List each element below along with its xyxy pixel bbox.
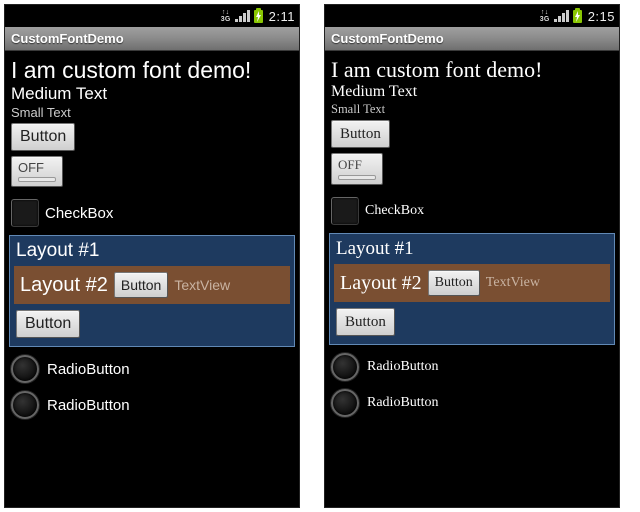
toggle-label: OFF (338, 157, 376, 173)
layout-1-title: Layout #1 (16, 240, 288, 262)
radio-2-label: RadioButton (367, 395, 439, 411)
radio-2[interactable] (11, 391, 39, 419)
app-title-bar: CustomFontDemo (5, 27, 299, 51)
app-title-bar: CustomFontDemo (325, 27, 619, 51)
layout-2-title: Layout #2 (340, 272, 422, 295)
status-time: 2:15 (586, 9, 615, 24)
radio-2[interactable] (331, 389, 359, 417)
layout-1-button[interactable]: Button (16, 310, 80, 338)
checkbox[interactable] (331, 197, 359, 225)
radio-1-label: RadioButton (47, 361, 130, 378)
content-area: I am custom font demo! Medium Text Small… (325, 51, 619, 429)
app-title: CustomFontDemo (11, 31, 124, 46)
checkbox-label: CheckBox (365, 203, 424, 219)
phone-serif: ↑↓ 3G 2:15 CustomFontDemo I am custom fo… (324, 4, 620, 508)
headline-large: I am custom font demo! (11, 57, 293, 83)
checkbox-label: CheckBox (45, 205, 113, 222)
radio-1-label: RadioButton (367, 359, 439, 375)
toggle-off[interactable]: OFF (331, 153, 383, 185)
layout-2-button[interactable]: Button (428, 270, 480, 296)
radio-1[interactable] (331, 353, 359, 381)
headline-small: Small Text (11, 105, 293, 120)
network-3g-icon: ↑↓ 3G (221, 9, 231, 23)
phone-sans: ↑↓ 3G 2:11 CustomFontDemo I am custom fo… (4, 4, 300, 508)
network-3g-icon: ↑↓ 3G (540, 9, 550, 23)
checkbox[interactable] (11, 199, 39, 227)
layout-1-button[interactable]: Button (336, 308, 395, 336)
radio-1[interactable] (11, 355, 39, 383)
layout-1: Layout #1 Layout #2 Button TextView Butt… (329, 233, 615, 345)
layout-2-title: Layout #2 (20, 274, 108, 297)
layout-2-textview: TextView (174, 277, 230, 293)
button-1[interactable]: Button (331, 120, 390, 148)
layout-1-title: Layout #1 (336, 238, 608, 260)
app-title: CustomFontDemo (331, 31, 444, 46)
layout-1: Layout #1 Layout #2 Button TextView Butt… (9, 235, 295, 347)
toggle-track (338, 175, 376, 180)
content-area: I am custom font demo! Medium Text Small… (5, 51, 299, 431)
status-bar: ↑↓ 3G 2:11 (5, 5, 299, 27)
signal-icon (554, 10, 569, 22)
headline-medium: Medium Text (11, 84, 293, 104)
button-1[interactable]: Button (11, 123, 75, 151)
status-bar: ↑↓ 3G 2:15 (325, 5, 619, 27)
status-time: 2:11 (267, 9, 295, 24)
layout-2: Layout #2 Button TextView (14, 266, 290, 304)
headline-small: Small Text (331, 102, 613, 117)
battery-icon (573, 10, 582, 23)
layout-2: Layout #2 Button TextView (334, 264, 610, 302)
headline-large: I am custom font demo! (331, 57, 613, 82)
toggle-off[interactable]: OFF (11, 156, 63, 187)
layout-2-button[interactable]: Button (114, 272, 168, 298)
layout-2-textview: TextView (486, 275, 540, 291)
headline-medium: Medium Text (331, 83, 613, 101)
signal-icon (235, 10, 250, 22)
radio-2-label: RadioButton (47, 397, 130, 414)
toggle-track (18, 177, 56, 182)
battery-icon (254, 10, 263, 23)
toggle-label: OFF (18, 160, 56, 175)
